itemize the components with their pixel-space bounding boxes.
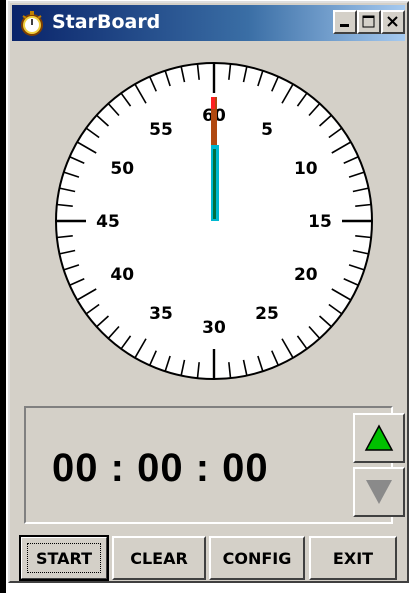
clear-label: CLEAR (130, 548, 188, 568)
dial-label: 30 (202, 318, 226, 338)
exit-label: EXIT (332, 548, 374, 568)
hand-core (213, 149, 216, 219)
close-button[interactable] (381, 10, 405, 34)
maximize-icon (362, 15, 375, 28)
separator: : (195, 446, 211, 490)
minimize-button[interactable] (333, 10, 357, 34)
close-icon (387, 16, 398, 27)
title-bar[interactable]: StarBoard (12, 5, 405, 41)
separator: : (110, 446, 125, 490)
hours-value: 00 (52, 446, 99, 490)
focus-ring (27, 543, 101, 573)
dial-label: 20 (294, 265, 318, 285)
timer-display: 00 : 00 : 00 (24, 406, 393, 524)
dial-label: 15 (308, 212, 332, 232)
exit-button[interactable]: EXIT (309, 536, 397, 580)
maximize-button[interactable] (357, 10, 381, 34)
dial-label: 35 (149, 304, 173, 324)
triangle-up-icon (364, 424, 394, 451)
app-window: StarBoard 60510152025303540455055 (8, 1, 409, 583)
stopwatch-icon (21, 11, 43, 36)
increment-button[interactable] (353, 413, 405, 463)
start-button[interactable]: START (19, 535, 109, 581)
dial-label: 25 (255, 304, 279, 324)
minutes-value: 00 (137, 446, 184, 490)
dial-label: 50 (110, 159, 134, 179)
triangle-down-icon (366, 480, 392, 504)
seconds-value: 00 (222, 446, 269, 490)
dial-label: 45 (96, 212, 120, 232)
config-label: CONFIG (222, 548, 292, 568)
timer-readout: 00 : 00 : 00 (52, 446, 269, 491)
minimize-icon (340, 24, 349, 27)
config-button[interactable]: CONFIG (209, 536, 305, 580)
left-border (0, 0, 6, 593)
dial-label: 5 (261, 120, 273, 140)
decrement-button[interactable] (353, 467, 405, 517)
marker-tip (211, 97, 215, 109)
dial-label: 10 (294, 159, 318, 179)
dial-label: 40 (110, 265, 134, 285)
stopwatch-dial: 60510152025303540455055 (55, 62, 373, 380)
clear-button[interactable]: CLEAR (112, 536, 206, 580)
window-title: StarBoard (52, 11, 161, 33)
dial-label: 55 (149, 120, 173, 140)
